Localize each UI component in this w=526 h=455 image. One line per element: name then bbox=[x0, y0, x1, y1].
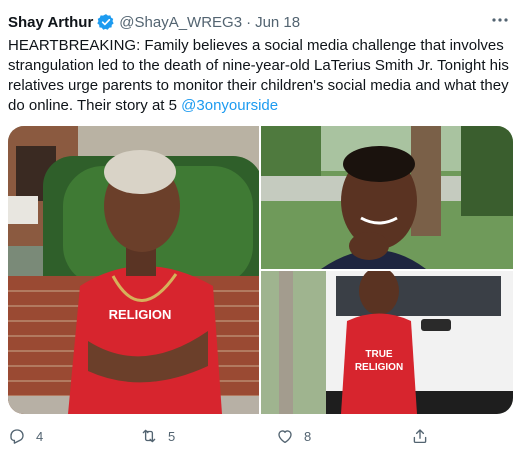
like-button[interactable]: 8 bbox=[276, 422, 311, 450]
mention-link[interactable]: @3onyourside bbox=[181, 97, 278, 114]
shirt-text-true: TRUE bbox=[365, 349, 393, 360]
like-count: 8 bbox=[304, 428, 312, 444]
photo-boy-truck[interactable]: TRUE RELIGION bbox=[261, 271, 513, 414]
photo-boy-closeup[interactable] bbox=[261, 126, 513, 269]
reply-button[interactable]: 4 bbox=[8, 422, 43, 450]
media-grid: RELIGION TRUE RELIGION bbox=[8, 126, 513, 414]
like-icon bbox=[278, 430, 292, 444]
tweet-text: HEARTBREAKING: Family believes a social … bbox=[8, 36, 513, 116]
reply-icon bbox=[10, 429, 24, 444]
reply-count: 4 bbox=[36, 428, 44, 444]
shirt-text-religion: RELIGION bbox=[355, 362, 403, 373]
tweet-card[interactable]: Shay Arthur @ShayA_WREG3 · Jun 18 HEARTB… bbox=[0, 0, 526, 455]
retweet-icon bbox=[142, 429, 156, 443]
photo-boy-brick-wall[interactable]: RELIGION bbox=[8, 126, 259, 414]
share-icon bbox=[413, 429, 427, 444]
share-button[interactable] bbox=[411, 422, 439, 450]
more-options-icon[interactable] bbox=[488, 10, 512, 30]
tweet-date[interactable]: Jun 18 bbox=[255, 14, 300, 31]
author-name[interactable]: Shay Arthur bbox=[8, 14, 93, 31]
retweet-button[interactable]: 5 bbox=[140, 422, 175, 450]
retweet-count: 5 bbox=[168, 428, 176, 444]
shirt-text-1: RELIGION bbox=[109, 307, 172, 322]
header-separator: · bbox=[246, 13, 252, 31]
tweet-actions: 4 5 8 bbox=[0, 422, 526, 450]
verified-badge-icon bbox=[97, 13, 115, 31]
author-handle[interactable]: @ShayA_WREG3 bbox=[119, 14, 242, 31]
tweet-header: Shay Arthur @ShayA_WREG3 · Jun 18 bbox=[8, 12, 300, 32]
